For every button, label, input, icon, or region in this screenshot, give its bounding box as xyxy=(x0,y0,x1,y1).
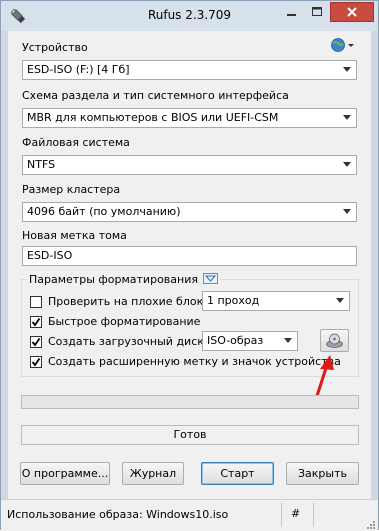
disc-drive-icon xyxy=(326,333,343,348)
format-options-title-text: Параметры форматирования xyxy=(29,273,198,286)
chevron-down-icon xyxy=(284,338,292,343)
bootable-label: Создать загрузочный диск xyxy=(48,335,204,348)
chevron-down-icon xyxy=(203,273,219,284)
status-text: Готов xyxy=(21,425,359,445)
maximize-button[interactable] xyxy=(304,2,330,22)
rufus-window: Rufus 2.3.709 Устройство ESD-ISO (F:) [4… xyxy=(0,0,379,531)
start-button[interactable]: Старт xyxy=(201,462,274,485)
status-divider xyxy=(281,503,282,527)
partition-select[interactable]: MBR для компьютеров с BIOS или UEFI-CSM xyxy=(22,108,357,128)
device-label: Устройство xyxy=(22,41,88,54)
cluster-value: 4096 байт (по умолчанию) xyxy=(27,205,181,218)
quick-format-label: Быстрое форматирование xyxy=(48,315,201,328)
resize-grip-icon[interactable] xyxy=(365,519,375,529)
partition-value: MBR для компьютеров с BIOS или UEFI-CSM xyxy=(27,111,279,124)
bad-blocks-checkbox[interactable] xyxy=(30,296,42,308)
progress-bar xyxy=(21,395,359,409)
chevron-down-icon xyxy=(343,67,351,72)
select-iso-button[interactable] xyxy=(320,329,349,352)
title-bar: Rufus 2.3.709 xyxy=(1,1,378,31)
maximize-icon xyxy=(312,7,322,16)
format-options-title: Параметры форматирования xyxy=(27,273,221,287)
about-button[interactable]: О программе... xyxy=(20,462,110,485)
quick-format-checkbox[interactable] xyxy=(30,316,42,328)
log-button[interactable]: Журнал xyxy=(122,462,184,485)
checkmark-icon xyxy=(31,337,41,347)
globe-icon xyxy=(331,38,354,52)
filesystem-label: Файловая система xyxy=(22,136,130,149)
checkmark-icon xyxy=(31,317,41,327)
boot-type-select[interactable]: ISO-образ xyxy=(202,331,298,351)
chevron-down-icon xyxy=(343,115,351,120)
volume-label: Новая метка тома xyxy=(22,229,127,242)
expand-options-button[interactable] xyxy=(203,273,219,287)
chevron-down-icon xyxy=(343,209,351,214)
hash-button[interactable]: # xyxy=(291,507,300,520)
quick-format-checkbox-row[interactable]: Быстрое форматирование xyxy=(30,315,230,330)
volume-label-input[interactable]: ESD-ISO xyxy=(22,246,357,266)
bad-blocks-label: Проверить на плохие блоки xyxy=(48,295,211,308)
cluster-select[interactable]: 4096 байт (по умолчанию) xyxy=(22,202,357,222)
close-icon xyxy=(347,7,357,17)
close-window-button[interactable] xyxy=(330,2,374,22)
bootable-checkbox-row[interactable]: Создать загрузочный диск xyxy=(30,335,204,350)
filesystem-select[interactable]: NTFS xyxy=(22,155,357,175)
bad-blocks-checkbox-row[interactable]: Проверить на плохие блоки xyxy=(30,295,210,310)
extended-label-label: Создать расширенную метку и значок устро… xyxy=(48,355,341,368)
minimize-button[interactable] xyxy=(278,2,304,22)
extended-label-checkbox[interactable] xyxy=(30,356,42,368)
device-value: ESD-ISO (F:) [4 Гб] xyxy=(27,63,130,76)
bad-blocks-passes-select[interactable]: 1 проход xyxy=(202,291,350,311)
bad-blocks-passes-value: 1 проход xyxy=(207,294,260,307)
cluster-label: Размер кластера xyxy=(22,183,121,196)
close-button[interactable]: Закрыть xyxy=(286,462,359,485)
bootable-checkbox[interactable] xyxy=(30,336,42,348)
chevron-down-icon xyxy=(336,298,344,303)
device-select[interactable]: ESD-ISO (F:) [4 Гб] xyxy=(22,60,357,80)
checkmark-icon xyxy=(31,357,41,367)
minimize-icon xyxy=(287,14,296,16)
status-bar: Использование образа: Windows10.iso # xyxy=(1,499,378,531)
status-divider xyxy=(313,503,314,527)
status-bar-text: Использование образа: Windows10.iso xyxy=(7,508,229,521)
language-button[interactable] xyxy=(330,37,358,53)
extended-label-checkbox-row[interactable]: Создать расширенную метку и значок устро… xyxy=(30,355,341,370)
red-arrow-icon xyxy=(314,355,334,400)
partition-label: Схема раздела и тип системного интерфейс… xyxy=(22,89,289,102)
boot-type-value: ISO-образ xyxy=(207,334,264,347)
filesystem-value: NTFS xyxy=(27,158,56,171)
main-panel: Устройство ESD-ISO (F:) [4 Гб] Схема раз… xyxy=(8,31,371,499)
chevron-down-icon xyxy=(343,162,351,167)
